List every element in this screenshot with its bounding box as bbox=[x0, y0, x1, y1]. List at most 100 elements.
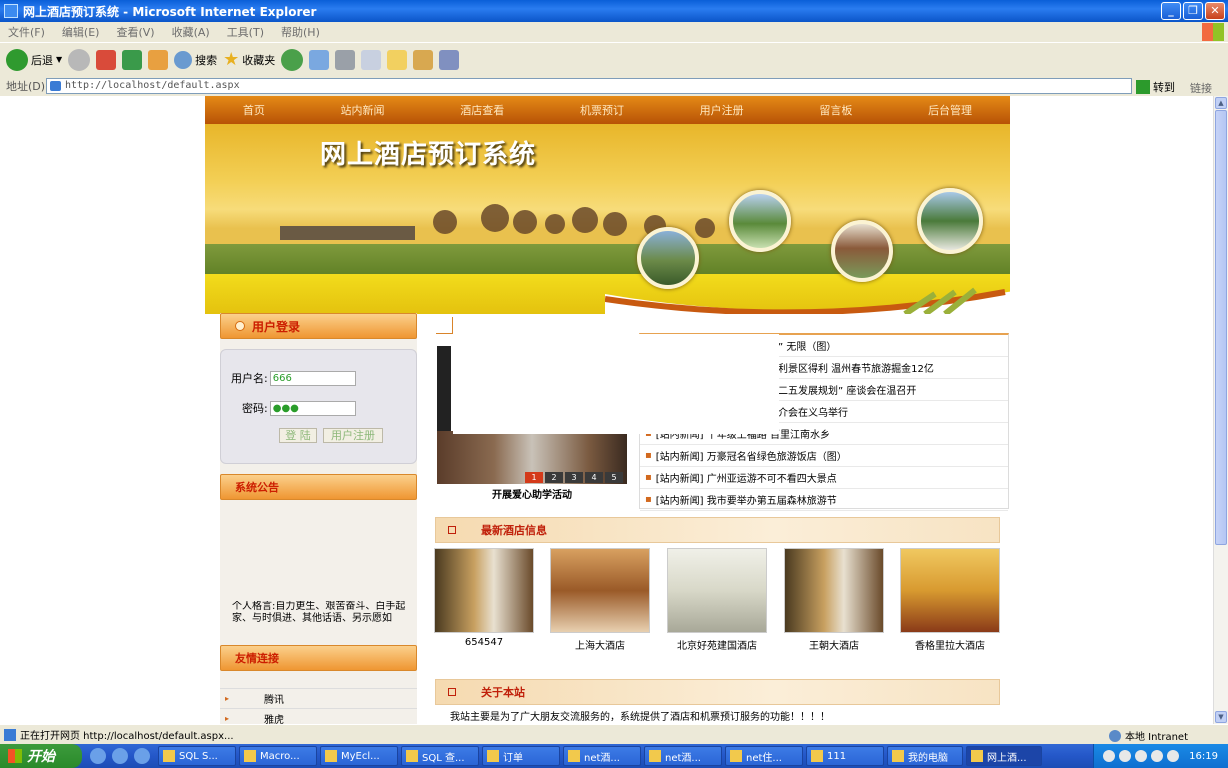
app-quicklaunch-icon[interactable] bbox=[134, 748, 150, 764]
password-row: 密码: bbox=[242, 400, 356, 416]
tray-icon[interactable] bbox=[1151, 750, 1164, 762]
nav-home[interactable]: 首页 bbox=[243, 102, 265, 118]
news-item[interactable]: ▪ [站内新闻] 广州亚运游不可不看四大景点 bbox=[640, 467, 1008, 489]
clock[interactable]: 16:19 bbox=[1189, 751, 1218, 762]
menu-favorites[interactable]: 收藏(A) bbox=[172, 24, 210, 40]
research-icon[interactable] bbox=[413, 49, 434, 70]
task-folder-111[interactable]: 111 bbox=[806, 746, 884, 766]
hotel-name: 香格里拉大酒店 bbox=[915, 641, 985, 652]
tray-icon[interactable] bbox=[1135, 750, 1148, 762]
address-bar: 地址(D) http://localhost/default.aspx 转到 链… bbox=[0, 76, 1228, 96]
nav-admin[interactable]: 后台管理 bbox=[928, 102, 972, 118]
hotel-card[interactable]: 654547 bbox=[434, 548, 534, 648]
password-input[interactable] bbox=[269, 400, 356, 416]
slide-page-2[interactable]: 2 bbox=[545, 472, 563, 483]
vertical-scrollbar[interactable]: ▲ ▼ bbox=[1213, 96, 1228, 724]
minimize-button[interactable]: _ bbox=[1161, 2, 1181, 20]
news-bullet-icon: ▪ bbox=[645, 472, 652, 483]
menu-tools[interactable]: 工具(T) bbox=[227, 24, 264, 40]
close-button[interactable]: ✕ bbox=[1205, 2, 1225, 20]
slide-page-5[interactable]: 5 bbox=[605, 472, 623, 483]
nav-news[interactable]: 站内新闻 bbox=[341, 102, 385, 118]
news-text: [站内新闻] 我市要举办第五届森林旅游节 bbox=[655, 496, 837, 507]
slide-page-3[interactable]: 3 bbox=[565, 472, 583, 483]
messenger-icon[interactable] bbox=[439, 49, 460, 70]
home-icon[interactable] bbox=[148, 49, 169, 70]
mail-icon[interactable] bbox=[309, 49, 330, 70]
scroll-up-icon[interactable]: ▲ bbox=[1215, 97, 1227, 109]
task-label: net住... bbox=[746, 752, 782, 764]
window-title: 网上酒店预订系统 - Microsoft Internet Explorer bbox=[23, 4, 317, 19]
edit-icon[interactable] bbox=[361, 49, 382, 70]
hotel-photo bbox=[900, 548, 1000, 633]
menu-view[interactable]: 查看(V) bbox=[116, 24, 154, 40]
scroll-down-icon[interactable]: ▼ bbox=[1215, 711, 1227, 723]
slide-page-1[interactable]: 1 bbox=[525, 472, 543, 483]
start-button[interactable]: 开始 bbox=[0, 744, 82, 768]
task-net-hotel-2[interactable]: net酒... bbox=[644, 746, 722, 766]
register-button[interactable]: 用户注册 bbox=[323, 428, 383, 443]
back-button[interactable]: 后退 ▼ bbox=[6, 48, 62, 71]
news-item[interactable]: ▪ [站内新闻] 我市要举办第五届森林旅游节 bbox=[640, 489, 1008, 511]
tray-icon[interactable] bbox=[1119, 750, 1132, 762]
task-net-hotel-1[interactable]: net酒... bbox=[563, 746, 641, 766]
slide-page-4[interactable]: 4 bbox=[585, 472, 603, 483]
nav-guestbook[interactable]: 留言板 bbox=[819, 102, 852, 118]
menu-file[interactable]: 文件(F) bbox=[8, 24, 45, 40]
login-button[interactable]: 登 陆 bbox=[279, 428, 317, 443]
task-myeclipse[interactable]: MyEcl... bbox=[320, 746, 398, 766]
tray-icon[interactable] bbox=[1103, 750, 1116, 762]
task-orders-folder[interactable]: 订单 bbox=[482, 746, 560, 766]
menu-help[interactable]: 帮助(H) bbox=[281, 24, 320, 40]
site-nav: 首页 站内新闻 酒店查看 机票预订 用户注册 留言板 后台管理 bbox=[205, 96, 1010, 124]
forward-icon[interactable] bbox=[68, 48, 91, 71]
nav-hotels[interactable]: 酒店查看 bbox=[460, 102, 504, 118]
restore-button[interactable]: ❐ bbox=[1183, 2, 1203, 20]
menu-edit[interactable]: 编辑(E) bbox=[62, 24, 100, 40]
scrollbar-thumb[interactable] bbox=[1215, 110, 1227, 545]
slideshow-caption[interactable]: 开展爱心助学活动 bbox=[437, 486, 627, 501]
desktop-icon[interactable] bbox=[90, 748, 106, 764]
search-button[interactable]: 搜索 bbox=[174, 50, 218, 69]
task-label: 111 bbox=[827, 750, 847, 762]
username-row: 用户名: bbox=[231, 370, 356, 386]
login-header: 用户登录 bbox=[220, 313, 417, 339]
discuss-icon[interactable] bbox=[387, 49, 408, 70]
history-icon[interactable] bbox=[281, 48, 304, 71]
hotel-card[interactable]: 北京好苑建国酒店 bbox=[667, 548, 767, 652]
print-icon[interactable] bbox=[335, 49, 356, 70]
task-hotel-browser[interactable]: 网上酒... bbox=[966, 746, 1042, 766]
address-input[interactable]: http://localhost/default.aspx bbox=[46, 78, 1132, 94]
task-label: 我的电脑 bbox=[908, 752, 948, 764]
favorites-button[interactable]: ★ 收藏夹 bbox=[223, 49, 275, 70]
links-button[interactable]: 链接 bbox=[1190, 80, 1212, 96]
refresh-icon[interactable] bbox=[122, 49, 143, 70]
nav-register[interactable]: 用户注册 bbox=[700, 102, 744, 118]
hotel-card[interactable]: 香格里拉大酒店 bbox=[900, 548, 1000, 652]
app-icon bbox=[163, 750, 175, 762]
tray-icon[interactable] bbox=[1167, 750, 1180, 762]
task-label: 订单 bbox=[503, 752, 523, 764]
notice-header: 系统公告 bbox=[220, 474, 417, 500]
hotel-card[interactable]: 上海大酒店 bbox=[550, 548, 650, 652]
task-label: MyEcl... bbox=[341, 750, 380, 762]
task-label: net酒... bbox=[665, 752, 701, 764]
hotel-name: 上海大酒店 bbox=[575, 641, 625, 652]
task-my-computer[interactable]: 我的电脑 bbox=[887, 746, 963, 766]
site-banner: 网上酒店预订系统 bbox=[205, 124, 1010, 314]
hotel-card[interactable]: 王朝大酒店 bbox=[784, 548, 884, 652]
task-sql-query[interactable]: SQL 查... bbox=[401, 746, 479, 766]
search-label: 搜索 bbox=[195, 53, 218, 67]
task-net-stay[interactable]: net住... bbox=[725, 746, 803, 766]
left-column: 用户登录 用户名: 密码: 登 陆 用户注册 系统公告 个人格言:自力更生、艰苦… bbox=[220, 313, 417, 724]
link-tencent[interactable]: 腾讯 bbox=[220, 689, 417, 709]
link-yahoo[interactable]: 雅虎 bbox=[220, 709, 417, 724]
go-button[interactable]: 转到 bbox=[1136, 79, 1175, 95]
username-input[interactable] bbox=[269, 370, 356, 386]
task-sql-server[interactable]: SQL S... bbox=[158, 746, 236, 766]
ie-quicklaunch-icon[interactable] bbox=[112, 748, 128, 764]
stop-icon[interactable] bbox=[96, 49, 117, 70]
task-macromedia[interactable]: Macro... bbox=[239, 746, 317, 766]
nav-flights[interactable]: 机票预订 bbox=[580, 102, 624, 118]
news-item[interactable]: ▪ [站内新闻] 万豪冠名省绿色旅游饭店（图） bbox=[640, 445, 1008, 467]
